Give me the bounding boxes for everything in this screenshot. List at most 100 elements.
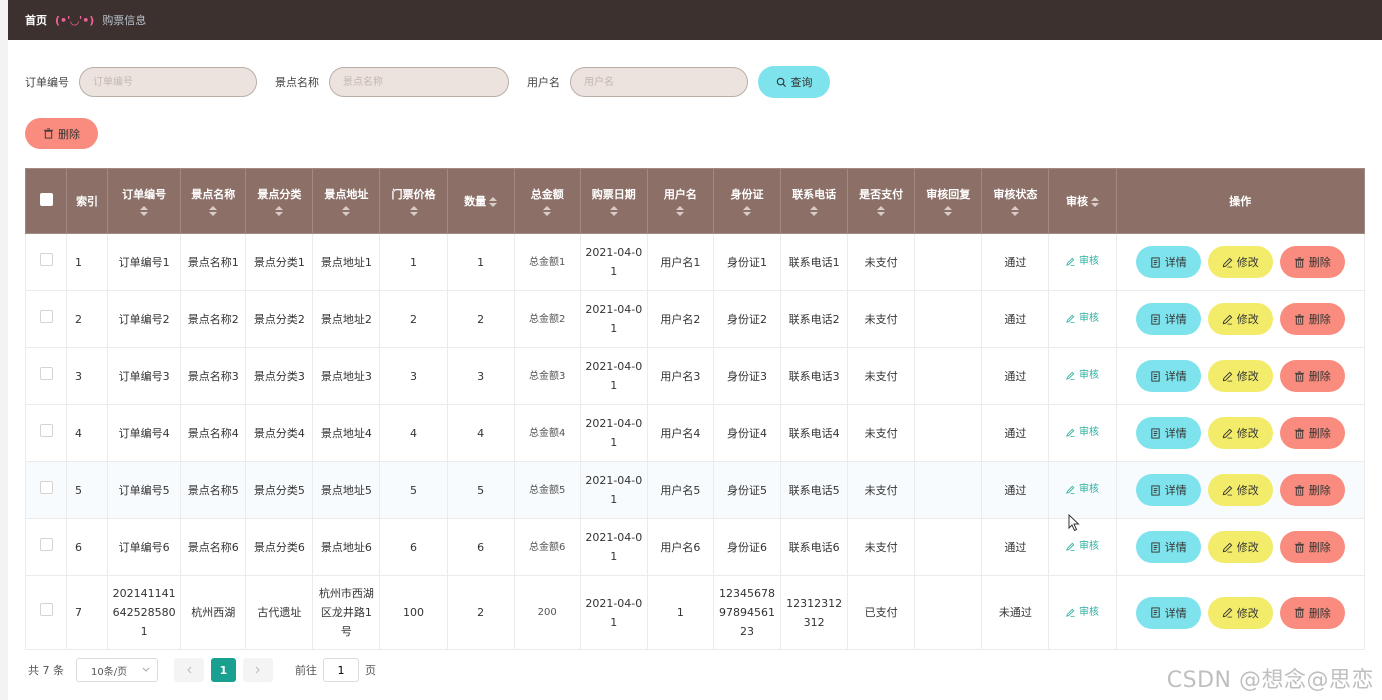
trash-icon [1294, 541, 1305, 553]
audit-link-label: 审核 [1078, 370, 1099, 381]
table-header-row: 索引 订单编号 景点名称 景点分类 景点地址 门票价格 数量 总金额 购票日期 … [24, 168, 1365, 234]
row-checkbox[interactable] [39, 423, 53, 437]
col-category[interactable]: 景点分类 [245, 168, 314, 234]
cell-address: 景点地址6 [312, 518, 381, 576]
edit-button-label: 修改 [1236, 427, 1259, 440]
cell-address: 景点地址2 [312, 290, 381, 348]
username-input[interactable] [570, 67, 748, 97]
cell-category: 景点分类4 [245, 404, 314, 462]
document-icon [1150, 607, 1161, 618]
col-phone[interactable]: 联系电话 [780, 168, 849, 234]
delete-button[interactable]: 删除 [1279, 474, 1345, 506]
edit-button[interactable]: 修改 [1207, 474, 1273, 506]
col-date[interactable]: 购票日期 [579, 168, 648, 234]
delete-button[interactable]: 删除 [1279, 246, 1345, 278]
detail-button[interactable]: 详情 [1135, 246, 1201, 278]
table-row[interactable]: 3 订单编号3 景点名称3 景点分类3 景点地址3 3 3 总金额3 2021-04-01 用户名… [24, 347, 1365, 405]
cell-category: 景点分类1 [245, 233, 314, 291]
detail-button[interactable]: 详情 [1135, 531, 1201, 563]
col-status[interactable]: 审核状态 [981, 168, 1050, 234]
query-button[interactable]: 查询 [758, 66, 830, 98]
col-address[interactable]: 景点地址 [312, 168, 381, 234]
detail-button[interactable]: 详情 [1135, 596, 1201, 629]
audit-link[interactable]: 审核 [1066, 252, 1099, 271]
breadcrumb-home[interactable]: 首页 [25, 12, 47, 28]
cell-phone: 联系电话1 [780, 233, 849, 291]
table-row[interactable]: 4 订单编号4 景点名称4 景点分类4 景点地址4 4 4 总金额4 2021-04-01 用户名… [24, 404, 1365, 462]
cell-date: 2021-04-01 [579, 233, 648, 291]
edit-icon [1222, 485, 1233, 496]
next-page-button[interactable] [243, 658, 273, 682]
audit-link[interactable]: 审核 [1066, 423, 1099, 442]
cell-paid: 未支付 [847, 233, 916, 291]
table-row[interactable]: 5 订单编号5 景点名称5 景点分类5 景点地址5 5 5 总金额5 2021-04-01 用户名… [24, 461, 1365, 519]
audit-link[interactable]: 审核 [1066, 309, 1099, 328]
delete-button[interactable]: 删除 [1279, 360, 1345, 392]
col-audit[interactable]: 审核 [1048, 168, 1117, 234]
table-row[interactable]: 6 订单编号6 景点名称6 景点分类6 景点地址6 6 6 总金额6 2021-04-01 用户名… [24, 518, 1365, 576]
spot-name-input[interactable] [329, 67, 509, 97]
prev-page-button[interactable] [174, 658, 204, 682]
delete-button[interactable]: 删除 [1279, 417, 1345, 449]
order-no-input[interactable] [79, 67, 257, 97]
col-spot-name[interactable]: 景点名称 [180, 168, 247, 234]
page-size-select[interactable]: 10条/页 [76, 658, 158, 682]
col-total[interactable]: 总金额 [513, 168, 581, 234]
edit-button[interactable]: 修改 [1207, 303, 1273, 335]
delete-button[interactable]: 删除 [1279, 531, 1345, 563]
row-checkbox[interactable] [39, 603, 53, 616]
row-checkbox[interactable] [39, 366, 53, 380]
cell-quantity: 3 [446, 347, 515, 405]
detail-button[interactable]: 详情 [1135, 474, 1201, 506]
detail-button[interactable]: 详情 [1135, 417, 1201, 449]
edit-button[interactable]: 修改 [1207, 596, 1273, 629]
select-all-checkbox[interactable] [39, 193, 53, 206]
cell-paid: 未支付 [847, 347, 916, 405]
delete-button-label: 删除 [1308, 370, 1331, 383]
cell-total: 总金额4 [513, 404, 581, 462]
row-checkbox[interactable] [39, 252, 53, 266]
audit-link[interactable]: 审核 [1066, 480, 1099, 499]
cell-reply [914, 290, 983, 348]
delete-button-label: 删除 [1308, 256, 1331, 269]
table-row[interactable]: 7 2021411416425285801 杭州西湖 古代遗址 杭州市西湖区龙井路1号 1… [24, 575, 1365, 650]
col-order-no[interactable]: 订单编号 [107, 168, 182, 234]
detail-button[interactable]: 详情 [1135, 360, 1201, 392]
cell-date: 2021-04-01 [579, 347, 648, 405]
edit-button[interactable]: 修改 [1207, 360, 1273, 392]
edit-button[interactable]: 修改 [1207, 246, 1273, 278]
sort-icon [1011, 206, 1020, 216]
row-select-cell [24, 347, 68, 405]
search-icon [776, 77, 787, 88]
col-quantity[interactable]: 数量 [446, 168, 515, 234]
cell-id-card: 123456789789456123 [712, 575, 782, 650]
cell-status: 通过 [981, 518, 1050, 576]
col-reply[interactable]: 审核回复 [914, 168, 983, 234]
detail-button[interactable]: 详情 [1135, 303, 1201, 335]
edit-button[interactable]: 修改 [1207, 417, 1273, 449]
row-checkbox[interactable] [39, 480, 53, 494]
page-number-current[interactable]: 1 [211, 658, 236, 682]
cell-spot-name: 杭州西湖 [180, 575, 247, 650]
col-price[interactable]: 门票价格 [379, 168, 448, 234]
row-checkbox[interactable] [39, 309, 53, 323]
audit-link[interactable]: 审核 [1066, 366, 1099, 385]
trash-icon [43, 128, 54, 139]
table-row[interactable]: 1 订单编号1 景点名称1 景点分类1 景点地址1 1 1 总金额1 2021-04-01 用户名… [24, 233, 1365, 291]
batch-delete-button[interactable]: 删除 [25, 118, 98, 149]
audit-link[interactable]: 审核 [1066, 603, 1099, 622]
col-paid[interactable]: 是否支付 [847, 168, 916, 234]
edit-button[interactable]: 修改 [1207, 531, 1273, 563]
cell-price: 5 [379, 461, 448, 519]
row-checkbox[interactable] [39, 537, 53, 551]
audit-link[interactable]: 审核 [1066, 537, 1099, 556]
col-id-card[interactable]: 身份证 [712, 168, 782, 234]
table-row[interactable]: 2 订单编号2 景点名称2 景点分类2 景点地址2 2 2 总金额2 2021-04-01 用户名… [24, 290, 1365, 348]
delete-button[interactable]: 删除 [1279, 596, 1345, 629]
edit-button-label: 修改 [1236, 606, 1259, 620]
col-username[interactable]: 用户名 [646, 168, 714, 234]
cell-date: 2021-04-01 [579, 404, 648, 462]
goto-page-input[interactable] [323, 658, 359, 682]
delete-button[interactable]: 删除 [1279, 303, 1345, 335]
edit-button-label: 修改 [1236, 313, 1259, 326]
